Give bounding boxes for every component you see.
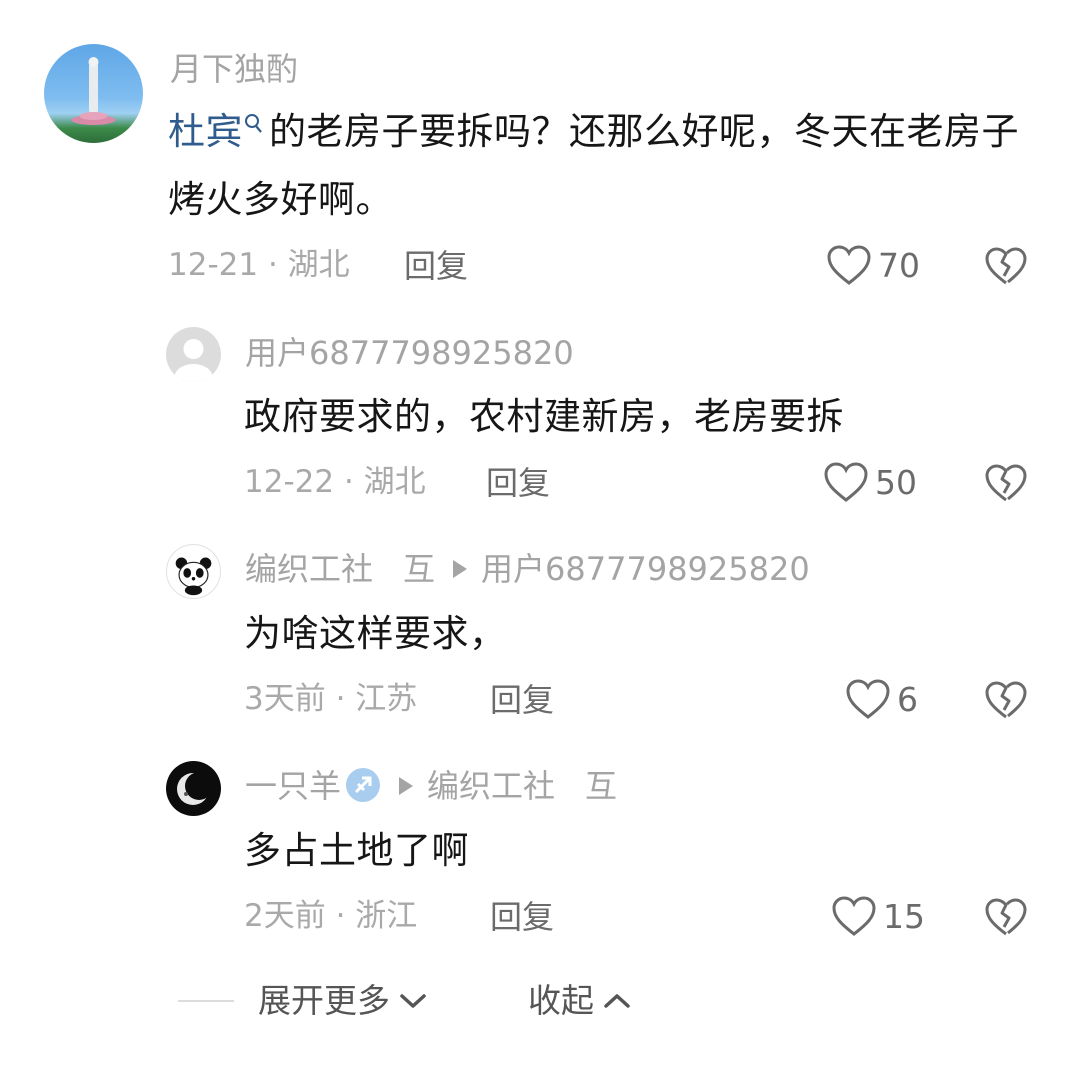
broken-heart-icon <box>985 464 1027 502</box>
comment-location: 湖北 <box>287 247 350 283</box>
reply-button[interactable]: 回复 <box>490 684 554 716</box>
avatar[interactable] <box>44 44 143 143</box>
dislike-button[interactable] <box>984 680 1028 724</box>
moon-icon <box>177 772 213 805</box>
comment-body: 的老房子要拆吗？还那么好呢，冬天在老房子烤火多好啊。 <box>168 110 1019 221</box>
heart-icon <box>827 245 871 285</box>
reply-meta: 3天前 · 江苏 <box>244 681 418 717</box>
mutual-badge: 互 <box>403 550 436 588</box>
chevron-down-icon <box>400 993 426 1008</box>
comment-meta: 12-21 · 湖北 <box>168 247 350 283</box>
dislike-button[interactable] <box>984 463 1028 507</box>
dislike-button[interactable] <box>984 246 1028 290</box>
reply-username[interactable]: 编织工社 <box>245 550 373 588</box>
reply-date: 3天前 <box>244 681 326 717</box>
like-count: 15 <box>883 896 925 936</box>
like-button[interactable]: 70 <box>826 244 920 286</box>
divider <box>178 1000 234 1002</box>
comment-username[interactable]: 月下独酌 <box>170 53 298 85</box>
expand-more-button[interactable]: 展开更多 <box>258 984 428 1017</box>
mention-link[interactable]: 杜宾 <box>168 110 243 153</box>
collapse-label: 收起 <box>528 981 594 1020</box>
reply-to-username[interactable]: 用户6877798925820 <box>481 550 810 588</box>
reply-to-arrow-icon <box>399 777 414 795</box>
reply-location: 江苏 <box>355 681 418 717</box>
reply-text: 多占土地了啊 <box>244 829 469 872</box>
broken-heart-icon <box>985 898 1027 936</box>
reply-username[interactable]: 用户6877798925820 <box>245 337 574 369</box>
reply-meta: 12-22 · 湖北 <box>244 464 426 500</box>
comment-text: 杜宾 的老房子要拆吗？还那么好呢，冬天在老房子烤火多好啊。 <box>168 98 1028 234</box>
avatar[interactable] <box>166 761 221 816</box>
heart-icon <box>824 462 868 502</box>
like-count: 50 <box>875 462 917 502</box>
comment-date: 12-21 <box>168 247 259 283</box>
sagittarius-icon <box>346 768 381 802</box>
reply-to-arrow-icon <box>453 560 468 578</box>
reply-to-username[interactable]: 编织工社 <box>427 767 555 805</box>
reply-username[interactable]: 一只羊 <box>245 767 341 805</box>
guanyin-statue-icon <box>71 57 116 125</box>
search-icon <box>245 114 262 133</box>
reply-location: 湖北 <box>363 464 426 500</box>
like-button[interactable]: 15 <box>831 895 925 937</box>
like-button[interactable]: 6 <box>845 678 918 720</box>
broken-heart-icon <box>985 247 1027 285</box>
collapse-button[interactable]: 收起 <box>528 984 632 1017</box>
reply-button[interactable]: 回复 <box>486 467 550 499</box>
reply-text: 政府要求的，农村建新房，老房要拆 <box>244 395 844 438</box>
reply-location: 浙江 <box>355 898 418 934</box>
like-button[interactable]: 50 <box>823 461 917 503</box>
reply-username-line: 编织工社互 用户6877798925820 <box>245 553 810 585</box>
mutual-badge: 互 <box>585 767 618 805</box>
heart-icon <box>832 896 876 936</box>
expand-more-label: 展开更多 <box>258 981 390 1020</box>
reply-button[interactable]: 回复 <box>490 901 554 933</box>
reply-text: 为啥这样要求， <box>244 612 507 655</box>
avatar[interactable] <box>166 327 221 382</box>
avatar[interactable] <box>166 544 221 599</box>
like-count: 6 <box>897 679 918 719</box>
reply-date: 12-22 <box>244 464 335 500</box>
reply-meta: 2天前 · 浙江 <box>244 898 418 934</box>
chevron-up-icon <box>604 993 630 1008</box>
like-count: 70 <box>878 245 920 285</box>
dislike-button[interactable] <box>984 897 1028 941</box>
broken-heart-icon <box>985 681 1027 719</box>
panda-icon <box>175 557 212 596</box>
reply-username-line: 一只羊 编织工社互 <box>245 767 618 806</box>
reply-button[interactable]: 回复 <box>404 250 468 282</box>
default-user-icon <box>174 339 213 382</box>
heart-icon <box>846 679 890 719</box>
reply-date: 2天前 <box>244 898 326 934</box>
